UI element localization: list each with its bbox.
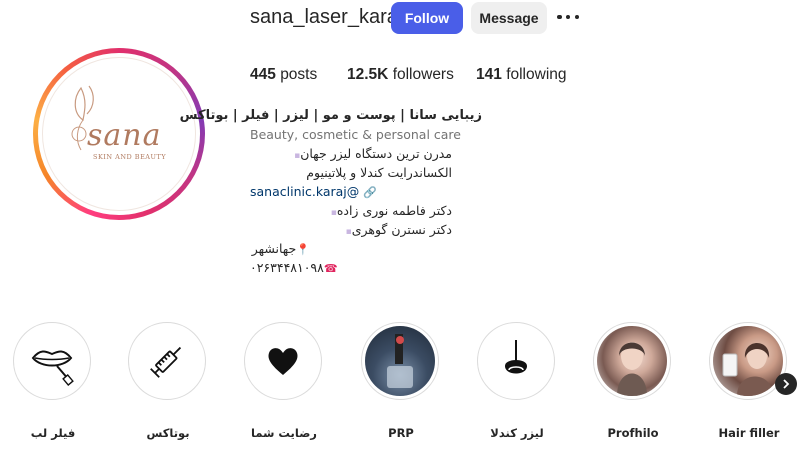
logo-subtitle: SKIN AND BEAUTY	[93, 153, 167, 161]
profhilo-photo-icon	[617, 342, 647, 396]
highlight-ring	[128, 322, 206, 400]
highlight-label: فیلر لب	[30, 426, 76, 440]
highlight-label: PRP	[388, 426, 414, 440]
highlight-botox[interactable]: بوتاکس	[128, 322, 208, 442]
bio-category: Beauty, cosmetic & personal care	[250, 127, 461, 142]
bio-phone-line: ۰۲۶۳۴۴۸۱۰۹۸☎	[250, 258, 510, 277]
bio-phone: ۰۲۶۳۴۴۸۱۰۹۸	[250, 260, 324, 275]
highlight-ring	[477, 322, 555, 400]
posts-count: 445	[250, 66, 276, 83]
profhilo-photo	[597, 326, 667, 396]
bio-line-4-text: دکتر فاطمه نوری زاده	[336, 203, 452, 218]
hair-follicle-icon	[505, 340, 527, 374]
bio-line-6-text: جهانشهر	[251, 241, 297, 256]
highlight-ring	[13, 322, 91, 400]
profile-avatar[interactable]: sana SKIN AND BEAUTY	[33, 48, 205, 220]
posts-stat: 445 posts	[250, 66, 317, 84]
followers-count: 12.5K	[347, 66, 389, 83]
highlight-label: لیزر کندلا	[490, 426, 544, 440]
more-options-icon[interactable]	[557, 12, 579, 22]
highlight-cover	[17, 326, 87, 396]
follow-button[interactable]: Follow	[391, 2, 463, 34]
bio-link-line: sanaclinic.karaj@ 🔗	[250, 182, 510, 201]
highlight-cover	[481, 326, 551, 396]
bio-line-5: دکتر نسترن گوهری▪	[250, 220, 452, 239]
bio-link[interactable]: sanaclinic.karaj@	[250, 184, 359, 199]
sana-logo: sana SKIN AND BEAUTY	[42, 57, 196, 211]
avatar-inner: sana SKIN AND BEAUTY	[38, 53, 200, 215]
hair-filler-photo-icon	[722, 343, 773, 396]
location-pin-icon: 📍	[296, 243, 310, 256]
message-button[interactable]: Message	[471, 2, 547, 34]
syringe-icon	[150, 346, 182, 378]
highlight-profhilo[interactable]: Profhilo	[593, 322, 673, 442]
hair-filler-photo	[713, 326, 783, 396]
followers-label: followers	[392, 66, 454, 83]
following-label: following	[506, 66, 567, 83]
highlight-ring	[361, 322, 439, 400]
prp-photo-icon	[387, 334, 413, 388]
following-count: 141	[476, 66, 502, 83]
bio-line-4: دکتر فاطمه نوری زاده▪	[250, 201, 452, 220]
highlight-satisfaction[interactable]: رضایت شما	[244, 322, 324, 442]
followers-stat[interactable]: 12.5K followers	[347, 66, 454, 84]
prp-photo	[365, 326, 435, 396]
link-icon: 🔗	[363, 186, 377, 199]
highlight-cover	[132, 326, 202, 396]
highlight-label: رضایت شما	[251, 426, 317, 440]
bio-line-5-text: دکتر نسترن گوهری	[351, 222, 452, 237]
bio-name: زیبایی سانا | پوست و مو | لیزر | فیلر | …	[179, 108, 482, 123]
highlight-candela-laser[interactable]: لیزر کندلا	[477, 322, 557, 442]
highlight-label: بوتاکس	[146, 426, 190, 440]
bio-line-2: الکساندرایت کندلا و پلاتینیوم	[306, 165, 452, 180]
bio-line-6: 📍جهانشهر	[250, 239, 310, 258]
heart-icon	[268, 348, 298, 375]
lips-icon	[31, 350, 74, 386]
bio-line-1-text: مدرن ترین دستگاه لیزر جهان	[300, 146, 452, 161]
highlight-label: Hair filler	[718, 426, 780, 440]
highlight-cover	[248, 326, 318, 396]
following-stat[interactable]: 141 following	[476, 66, 567, 84]
profile-username: sana_laser_karaj	[250, 6, 403, 28]
highlight-lip-filler[interactable]: فیلر لب	[13, 322, 93, 442]
posts-label: posts	[280, 66, 318, 83]
next-highlights-button[interactable]	[775, 373, 797, 395]
logo-text: sana	[87, 118, 162, 153]
profile-bio: زیبایی سانا | پوست و مو | لیزر | فیلر | …	[179, 106, 510, 277]
highlight-ring	[593, 322, 671, 400]
chevron-right-icon	[783, 379, 790, 389]
bio-line-1: مدرن ترین دستگاه لیزر جهان▪	[250, 144, 452, 163]
highlight-prp[interactable]: PRP	[361, 322, 441, 442]
highlight-ring	[244, 322, 322, 400]
highlight-label: Profhilo	[607, 426, 659, 440]
phone-icon: ☎	[323, 262, 338, 275]
